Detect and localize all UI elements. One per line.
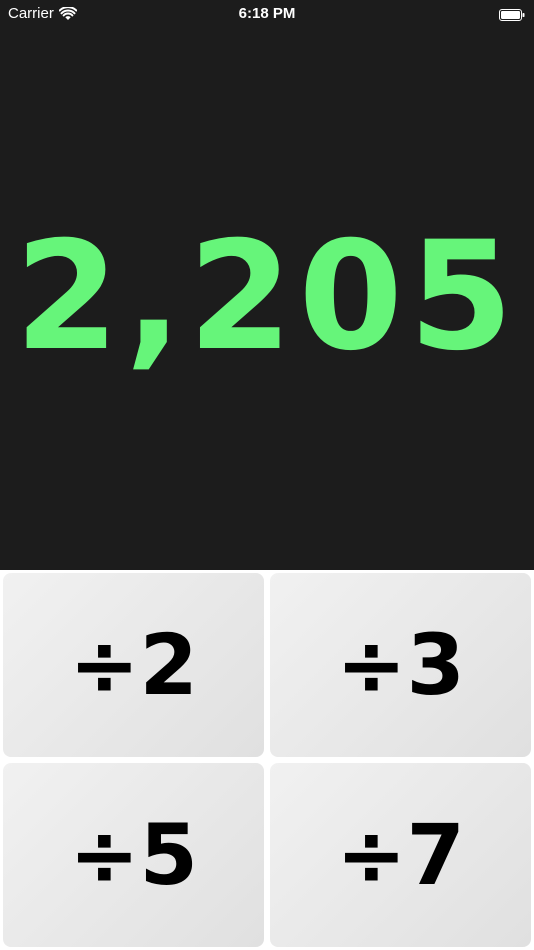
number-display: 2,205 — [0, 30, 534, 570]
divide-by-2-button[interactable]: ÷2 — [3, 573, 264, 757]
divide-by-7-label: ÷7 — [336, 806, 465, 904]
current-number: 2,205 — [14, 210, 520, 384]
operation-buttons: ÷2 ÷3 ÷5 ÷7 — [0, 570, 534, 950]
divide-by-2-label: ÷2 — [69, 616, 198, 714]
battery-icon — [499, 8, 525, 21]
divide-by-7-button[interactable]: ÷7 — [270, 763, 531, 947]
status-time: 6:18 PM — [238, 5, 296, 22]
app-screen: Carrier 6:18 PM 2,205 ÷2 ÷3 ÷5 ÷7 — [0, 0, 534, 950]
status-bar: Carrier 6:18 PM — [0, 0, 534, 30]
divide-by-3-label: ÷3 — [336, 616, 465, 714]
divide-by-5-label: ÷5 — [69, 806, 198, 904]
divide-by-3-button[interactable]: ÷3 — [270, 573, 531, 757]
divide-by-5-button[interactable]: ÷5 — [3, 763, 264, 947]
